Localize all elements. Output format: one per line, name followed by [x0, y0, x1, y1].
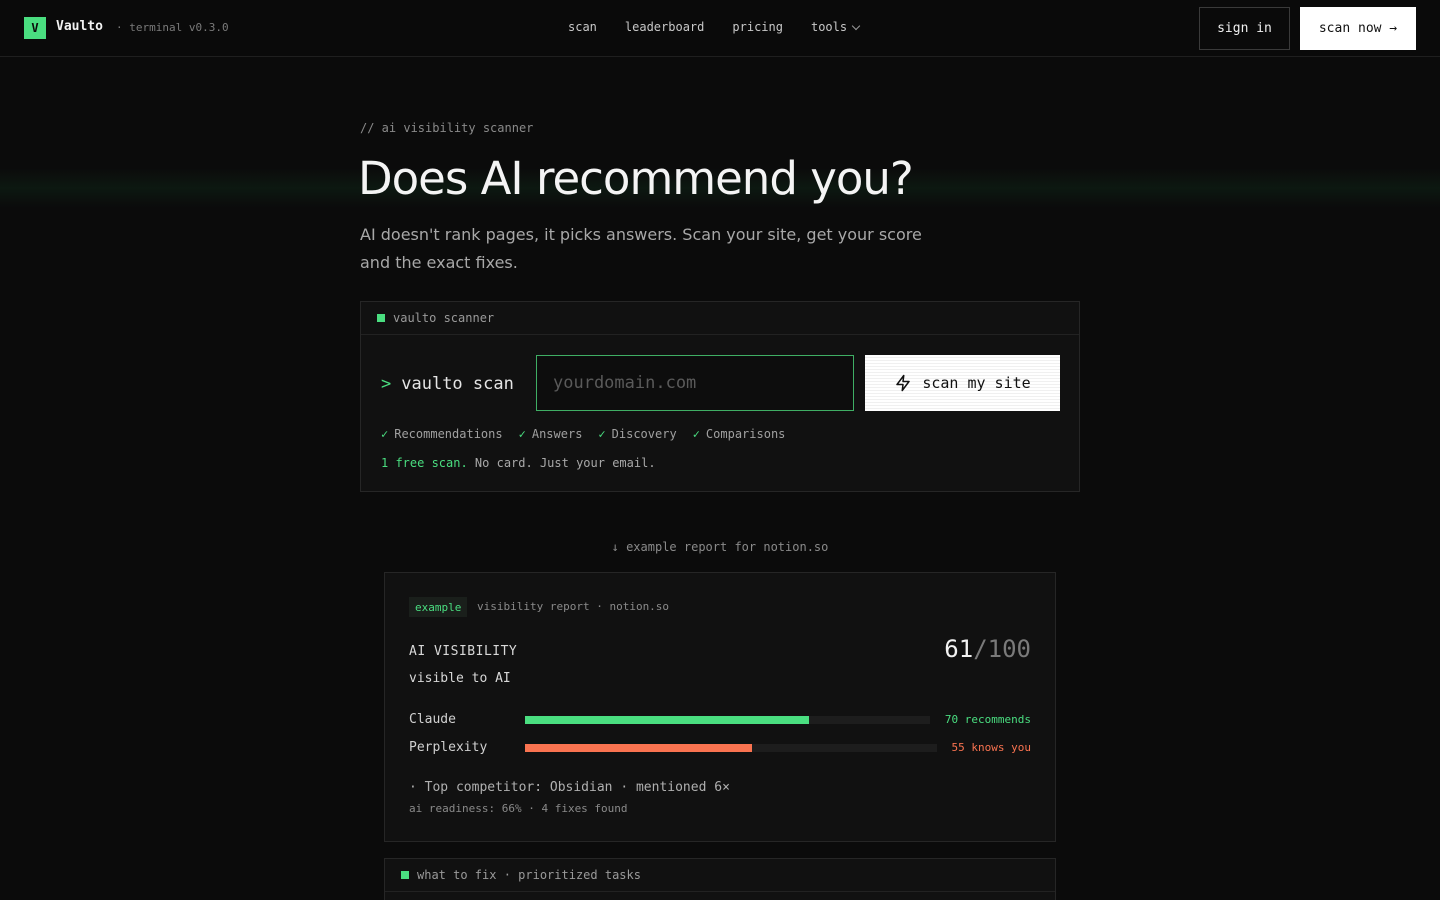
fix-panel: what to fix · prioritized tasks [384, 858, 1056, 900]
bar-value: 70 recommends [944, 713, 1031, 726]
bar-track [525, 744, 937, 752]
free-scan-rest: No card. Just your email. [467, 456, 656, 470]
version-label: · terminal v0.3.0 [116, 21, 229, 34]
top-competitor: · Top competitor: Obsidian · mentioned 6… [409, 780, 730, 795]
check-item: ✓ Recommendations [381, 427, 503, 441]
example-report-label: ↓ example report for notion.so [611, 540, 829, 554]
nav-link-tools[interactable]: tools [810, 20, 861, 34]
nav-link-tools-label: tools [810, 20, 848, 34]
report-heading: AI VISIBILITY [409, 644, 518, 659]
scan-my-site-button[interactable]: scan my site [865, 355, 1060, 411]
status-square-icon [401, 871, 409, 879]
check-label: Answers [531, 427, 583, 441]
fix-panel-header-label: what to fix · prioritized tasks [417, 868, 641, 882]
free-scan-note: 1 free scan. No card. Just your email. [381, 456, 656, 470]
domain-input[interactable] [536, 355, 854, 411]
bar-track [525, 716, 930, 724]
prompt-text: vaulto scan [401, 374, 514, 394]
report-footer: ai readiness: 66% · 4 fixes found [409, 802, 628, 815]
nav-link-leaderboard[interactable]: leaderboard [625, 20, 704, 34]
scanner-header-label: vaulto scanner [393, 311, 495, 325]
scanner-panel: vaulto scanner > vaulto scan scan my site… [360, 301, 1080, 492]
scan-prompt: > vaulto scan [381, 374, 514, 394]
example-badge: example [409, 597, 468, 617]
score-denominator: /100 [973, 635, 1031, 663]
chevron-down-icon [851, 21, 861, 30]
check-icon: ✓ [381, 427, 389, 441]
nav-link-scan[interactable]: scan [568, 20, 597, 34]
score-value: 61 [944, 635, 974, 663]
status-square-icon [377, 314, 385, 322]
bar-fill [525, 744, 752, 752]
example-report-card: example visibility report · notion.so AI… [384, 572, 1056, 842]
free-scan-highlight: 1 free scan. [381, 456, 468, 470]
check-label: Comparisons [705, 427, 786, 441]
sign-in-button[interactable]: sign in [1199, 7, 1290, 50]
check-item: ✓ Answers [519, 427, 583, 441]
scanner-header: vaulto scanner [361, 302, 1079, 335]
page-title: Does AI recommend you? [358, 152, 914, 205]
check-item: ✓ Comparisons [693, 427, 786, 441]
bar-fill [525, 716, 809, 724]
fix-panel-header: what to fix · prioritized tasks [385, 859, 1055, 892]
bar-row-claude: Claude 70 recommends [409, 710, 1031, 730]
top-nav: V Vaulto · terminal v0.3.0 scan leaderbo… [0, 0, 1440, 57]
logo-icon[interactable]: V [24, 17, 46, 39]
scan-now-button[interactable]: scan now → [1300, 7, 1416, 50]
brand-name[interactable]: Vaulto [56, 19, 103, 34]
nav-links: scan leaderboard pricing tools [568, 20, 861, 34]
scan-my-site-label: scan my site [922, 374, 1031, 392]
feature-checks: ✓ Recommendations ✓ Answers ✓ Discovery ✓ Co… [381, 427, 785, 441]
check-icon: ✓ [692, 427, 700, 441]
check-icon: ✓ [598, 427, 606, 441]
check-item: ✓ Discovery [598, 427, 676, 441]
check-icon: ✓ [518, 427, 526, 441]
bar-label: Claude [409, 712, 456, 727]
score: 61/100 [944, 635, 1031, 663]
hero-eyebrow: // ai visibility scanner [360, 121, 534, 135]
bar-row-perplexity: Perplexity 55 knows you [409, 738, 1031, 758]
lightning-icon [896, 374, 911, 392]
nav-link-pricing[interactable]: pricing [732, 20, 783, 34]
report-meta: visibility report · notion.so [477, 600, 670, 613]
bar-label: Perplexity [409, 740, 488, 755]
report-status: visible to AI [409, 671, 511, 686]
hero-subtitle: AI doesn't rank pages, it picks answers.… [360, 225, 922, 272]
prompt-symbol: > [381, 374, 392, 394]
bar-value: 55 knows you [951, 741, 1031, 754]
check-label: Discovery [611, 427, 677, 441]
check-label: Recommendations [394, 427, 503, 441]
